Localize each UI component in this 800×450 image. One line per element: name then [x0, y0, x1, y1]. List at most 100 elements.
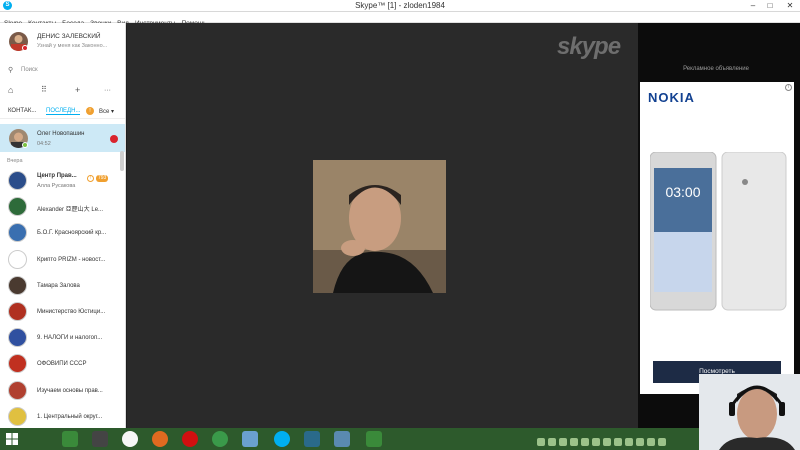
system-tray: [537, 433, 669, 446]
tray-icon[interactable]: [537, 438, 545, 446]
app2-taskbar-icon[interactable]: [304, 431, 320, 447]
video-call-area: skype: [127, 23, 638, 428]
tray-icon[interactable]: [636, 438, 644, 446]
camtasia2-taskbar-icon[interactable]: [366, 431, 382, 447]
search-bar[interactable]: ⚲ Поиск: [0, 63, 125, 79]
tray-icon[interactable]: [581, 438, 589, 446]
dialpad-icon[interactable]: ⠿: [41, 85, 47, 94]
contact-name: 9. НАЛОГИ и налогоп...: [37, 335, 103, 342]
presence-online-icon: [22, 142, 28, 148]
contact-avatar: [8, 197, 27, 217]
tray-icon[interactable]: [614, 438, 622, 446]
title-bar: S Skype™ [1] - zloden1984 – □ ✕: [0, 0, 800, 12]
opera-icon[interactable]: [182, 431, 198, 447]
contact-list-item[interactable]: Изучаем основы прав...: [0, 378, 125, 404]
contact-name: Центр Прав...: [37, 173, 77, 179]
active-call-icon[interactable]: [110, 135, 118, 143]
sidebar: ДЕНИС ЗАЛЕВСКИЙ Узнай у меня как Законно…: [0, 23, 126, 428]
webcam-overlay: [699, 374, 800, 450]
app-taskbar-icon[interactable]: [92, 431, 108, 447]
contact-avatar: [8, 223, 27, 243]
plus-icon[interactable]: +: [75, 85, 80, 95]
tray-icon[interactable]: [570, 438, 578, 446]
camtasia-taskbar-icon[interactable]: [62, 431, 78, 447]
contact-avatar: [8, 380, 27, 400]
menu-bar: SkypeКонтактыБеседаЗвонкиВидИнструментыП…: [0, 12, 800, 27]
ad-brand-logo: NOKIA: [648, 90, 695, 105]
app3-taskbar-icon[interactable]: [334, 431, 350, 447]
ad-label: Рекламное объявление: [683, 66, 749, 72]
contact-list-item[interactable]: Крипто PRIZM - новост...: [0, 247, 125, 273]
recent-alert-badge: !: [86, 107, 94, 115]
contact-avatar: [8, 171, 27, 190]
contact-name: Министерство Юстици...: [37, 309, 106, 315]
remote-video: [313, 160, 446, 293]
skype-logo: skype: [557, 33, 621, 60]
chrome-icon[interactable]: [212, 431, 228, 447]
contact-name: Alexander 亞歷山大 Le...: [37, 207, 104, 214]
ad-info-icon[interactable]: i: [785, 84, 792, 91]
search-input[interactable]: Поиск: [21, 67, 38, 73]
contact-avatar: [8, 302, 27, 321]
webcam-image: [699, 374, 800, 450]
firefox-icon[interactable]: [152, 431, 168, 447]
contact-last-sender: Алла Русакова: [37, 183, 76, 189]
windows-start-icon[interactable]: [6, 433, 18, 445]
window-title: Skype™ [1] - zloden1984: [355, 1, 445, 10]
minimize-button[interactable]: –: [745, 0, 761, 11]
ad-phone-clock: 03:00: [665, 184, 700, 200]
contact-avatar: [8, 275, 27, 295]
contact-list-item[interactable]: ОФОВИПИ СССР: [0, 351, 125, 377]
section-label-yesterday: Вчера: [7, 158, 23, 164]
filter-label: Все: [99, 109, 110, 115]
tray-icon[interactable]: [625, 438, 633, 446]
contact-name: Б.О.Г. Красноярский кр...: [37, 230, 107, 237]
contact-name: 1. Центральный округ...: [37, 413, 103, 420]
contact-name: Тамара Залова: [37, 282, 80, 289]
contact-name: Изучаем основы прав...: [37, 387, 103, 394]
remote-video-image: [313, 160, 446, 293]
ad-banner[interactable]: NOKIA i 03:00 Посмотреть: [640, 82, 794, 394]
contact-avatar: [8, 354, 27, 374]
more-options-icon[interactable]: ···: [104, 87, 111, 94]
ad-phone-image: 03:00: [650, 152, 787, 311]
yandex-browser-icon[interactable]: [122, 431, 138, 447]
tab-contacts[interactable]: КОНТАК...: [8, 108, 36, 114]
contact-avatar: [8, 249, 27, 269]
ad-panel: Рекламное объявление NOKIA i 03:00 Посмо…: [638, 23, 800, 428]
contact-list-item[interactable]: 1. Центральный округ...: [0, 404, 125, 428]
search-icon: ⚲: [8, 67, 14, 74]
windows-taskbar: [0, 428, 800, 450]
contact-name: ОФОВИПИ СССР: [37, 361, 87, 368]
filter-dropdown[interactable]: Все ▾: [99, 108, 114, 115]
tray-icon[interactable]: [559, 438, 567, 446]
contact-list-item[interactable]: Alexander 亞歷山大 Le...: [0, 194, 125, 220]
tray-icon[interactable]: [548, 438, 556, 446]
contact-avatar: [8, 328, 27, 348]
contact-avatar: [8, 406, 27, 426]
unread-count-badge: 793: [96, 175, 109, 182]
contact-list-item[interactable]: Министерство Юстици...: [0, 299, 125, 325]
contact-alert-icon: !: [87, 175, 94, 182]
tab-recent[interactable]: ПОСЛЕДН...: [46, 108, 81, 115]
tray-icon[interactable]: [647, 438, 655, 446]
active-conversation-item[interactable]: Олег Новопашин 04:52: [0, 124, 125, 152]
presence-busy-icon: [22, 45, 28, 51]
profile-header[interactable]: ДЕНИС ЗАЛЕВСКИЙ Узнай у меня как Законно…: [0, 23, 125, 61]
close-button[interactable]: ✕: [782, 0, 798, 11]
maximize-button[interactable]: □: [762, 0, 778, 11]
contact-list-item[interactable]: 9. НАЛОГИ и налогоп...: [0, 325, 125, 351]
home-icon[interactable]: ⌂: [8, 85, 13, 95]
tray-icon[interactable]: [658, 438, 666, 446]
conversation-name: Олег Новопашин: [37, 131, 85, 137]
profile-mood[interactable]: Узнай у меня как Законно...: [37, 43, 107, 49]
contact-list-item[interactable]: Б.О.Г. Красноярский кр...: [0, 220, 125, 246]
contact-list-item[interactable]: Центр Прав... Алла Русакова! 793: [0, 168, 125, 194]
contact-list-item[interactable]: Тамара Залова: [0, 273, 125, 299]
contact-name: Крипто PRIZM - новост...: [37, 256, 106, 263]
tray-icon[interactable]: [592, 438, 600, 446]
explorer-icon[interactable]: [242, 431, 258, 447]
skype-taskbar-icon[interactable]: [274, 431, 290, 447]
tray-icon[interactable]: [603, 438, 611, 446]
sidebar-toolbar: ⌂ ⠿ + ···: [0, 83, 125, 99]
